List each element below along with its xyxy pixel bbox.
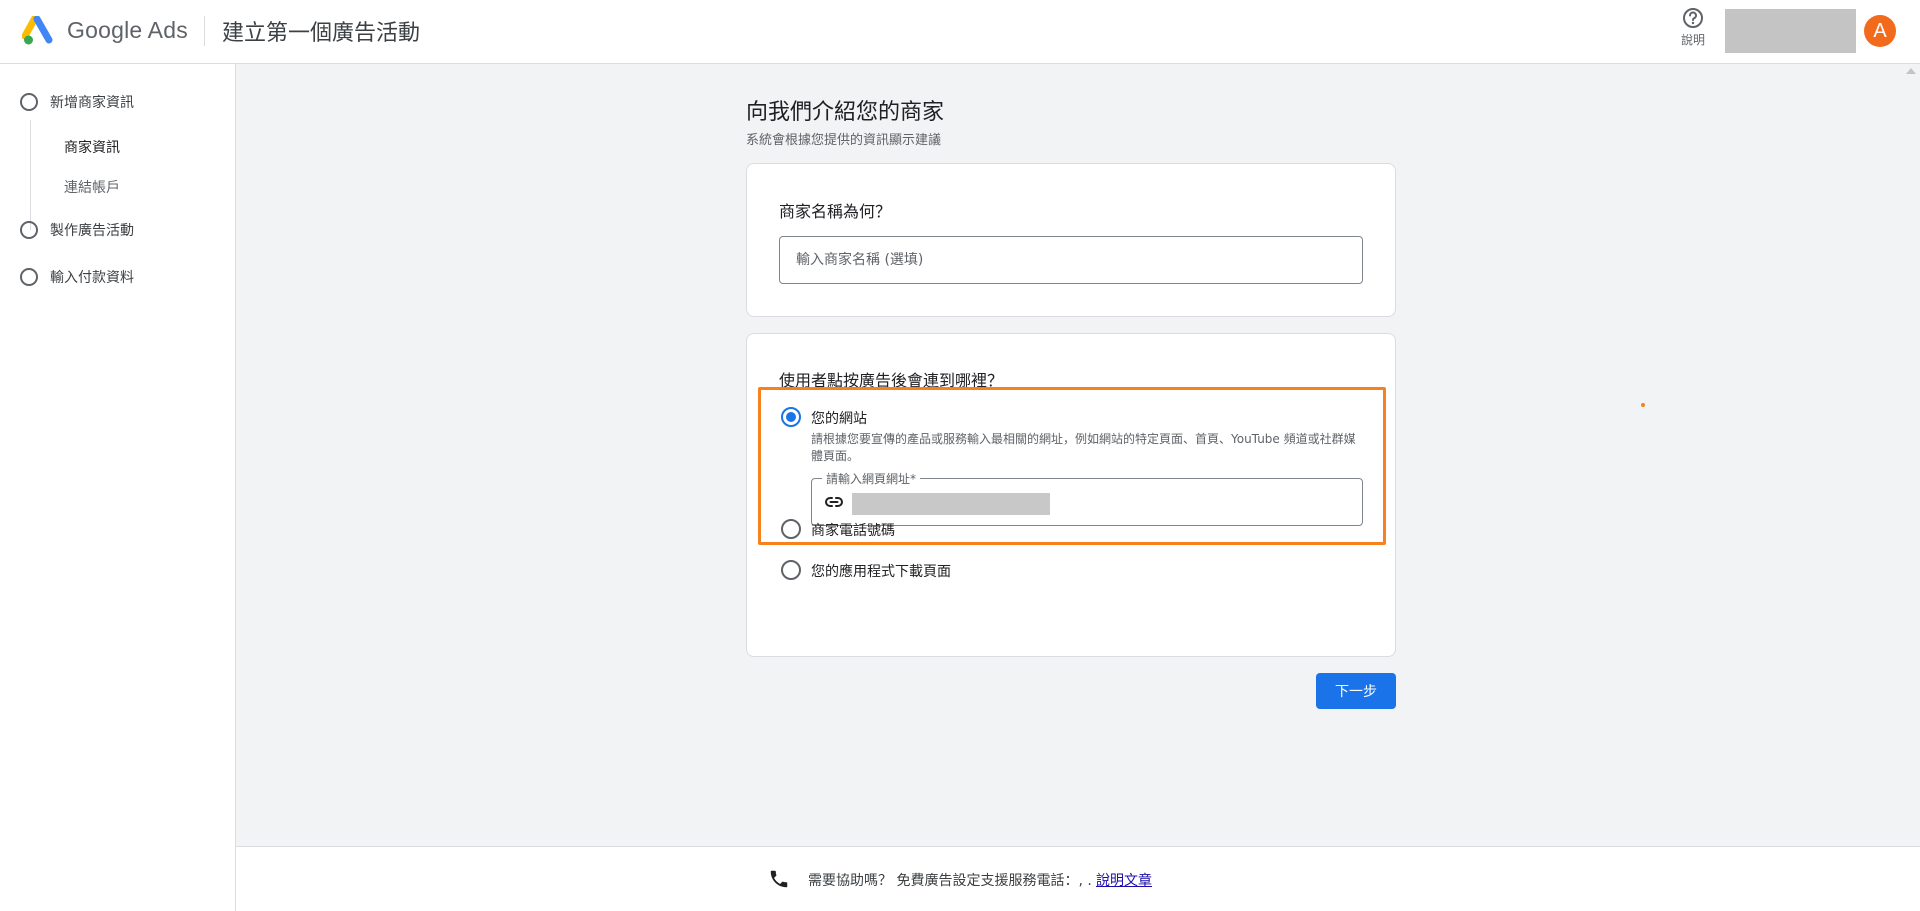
sidebar-step-payment[interactable]: 輸入付款資料 <box>20 267 134 287</box>
top-header: Google Ads 建立第一個廣告活動 說明 A <box>0 0 1920 64</box>
google-ads-logo-icon[interactable] <box>22 16 56 46</box>
phone-icon <box>770 870 788 888</box>
step-status-circle-icon <box>20 93 38 111</box>
help-button[interactable]: 說明 <box>1675 7 1711 51</box>
radio-app-download[interactable] <box>781 560 801 580</box>
sidebar-step-business-info[interactable]: 新增商家資訊 <box>20 92 134 112</box>
option-website-label[interactable]: 您的網站 <box>811 408 867 428</box>
help-label: 說明 <box>1680 33 1705 47</box>
radio-website[interactable] <box>781 407 801 427</box>
header-divider <box>204 16 205 46</box>
sidebar: 新增商家資訊 商家資訊 連結帳戶 製作廣告活動 輸入付款資料 <box>0 64 236 911</box>
option-phone-label[interactable]: 商家電話號碼 <box>811 520 895 540</box>
option-app-download-label[interactable]: 您的應用程式下載頁面 <box>811 561 951 581</box>
next-button[interactable]: 下一步 <box>1316 673 1396 709</box>
product-name[interactable]: Google Ads <box>67 17 188 44</box>
business-name-question: 商家名稱為何？ <box>779 202 892 221</box>
help-footer: 需要協助嗎？ 免費廣告設定支援服務電話：, . 說明文章 <box>236 846 1920 911</box>
url-field-label: 請輸入網頁網址* <box>822 470 921 487</box>
page-title: 向我們介紹您的商家 <box>746 100 945 125</box>
sidebar-step-label: 輸入付款資料 <box>50 270 134 286</box>
business-name-input[interactable] <box>779 236 1363 284</box>
business-name-card: 商家名稱為何？ <box>746 163 1396 317</box>
destination-card: 使用者點按廣告後會連到哪裡？ 您的網站 請根據您要宣傳的產品或服務輸入最相關的網… <box>746 333 1396 657</box>
destination-question: 使用者點按廣告後會連到哪裡？ <box>779 371 1004 390</box>
sidebar-substep-link-accounts[interactable]: 連結帳戶 <box>64 177 120 197</box>
sidebar-substep-business-info[interactable]: 商家資訊 <box>64 137 120 157</box>
sidebar-step-label: 製作廣告活動 <box>50 223 134 239</box>
scroll-up-arrow-icon[interactable] <box>1906 68 1916 74</box>
substep-connector-line <box>30 120 31 230</box>
help-circle-icon <box>1683 8 1703 28</box>
page-header-title: 建立第一個廣告活動 <box>222 21 421 46</box>
cursor-dot <box>1641 403 1645 407</box>
footer-help-text: 需要協助嗎？ 免費廣告設定支援服務電話：, . <box>808 873 1092 889</box>
account-selector[interactable] <box>1725 9 1856 53</box>
step-status-circle-icon <box>20 221 38 239</box>
page-subtitle: 系統會根據您提供的資訊顯示建議 <box>746 133 942 148</box>
radio-phone[interactable] <box>781 519 801 539</box>
help-article-link[interactable]: 說明文章 <box>1096 870 1152 890</box>
website-url-value[interactable] <box>852 493 1050 515</box>
sidebar-step-label: 新增商家資訊 <box>50 95 134 111</box>
step-status-circle-icon <box>20 268 38 286</box>
avatar[interactable]: A <box>1864 15 1896 47</box>
sidebar-step-create-campaign[interactable]: 製作廣告活動 <box>20 220 134 240</box>
link-icon <box>825 497 843 507</box>
website-url-field[interactable]: 請輸入網頁網址* <box>811 470 1363 526</box>
option-website-description: 請根據您要宣傳的產品或服務輸入最相關的網址，例如網站的特定頁面、首頁、YouTu… <box>811 432 1356 463</box>
